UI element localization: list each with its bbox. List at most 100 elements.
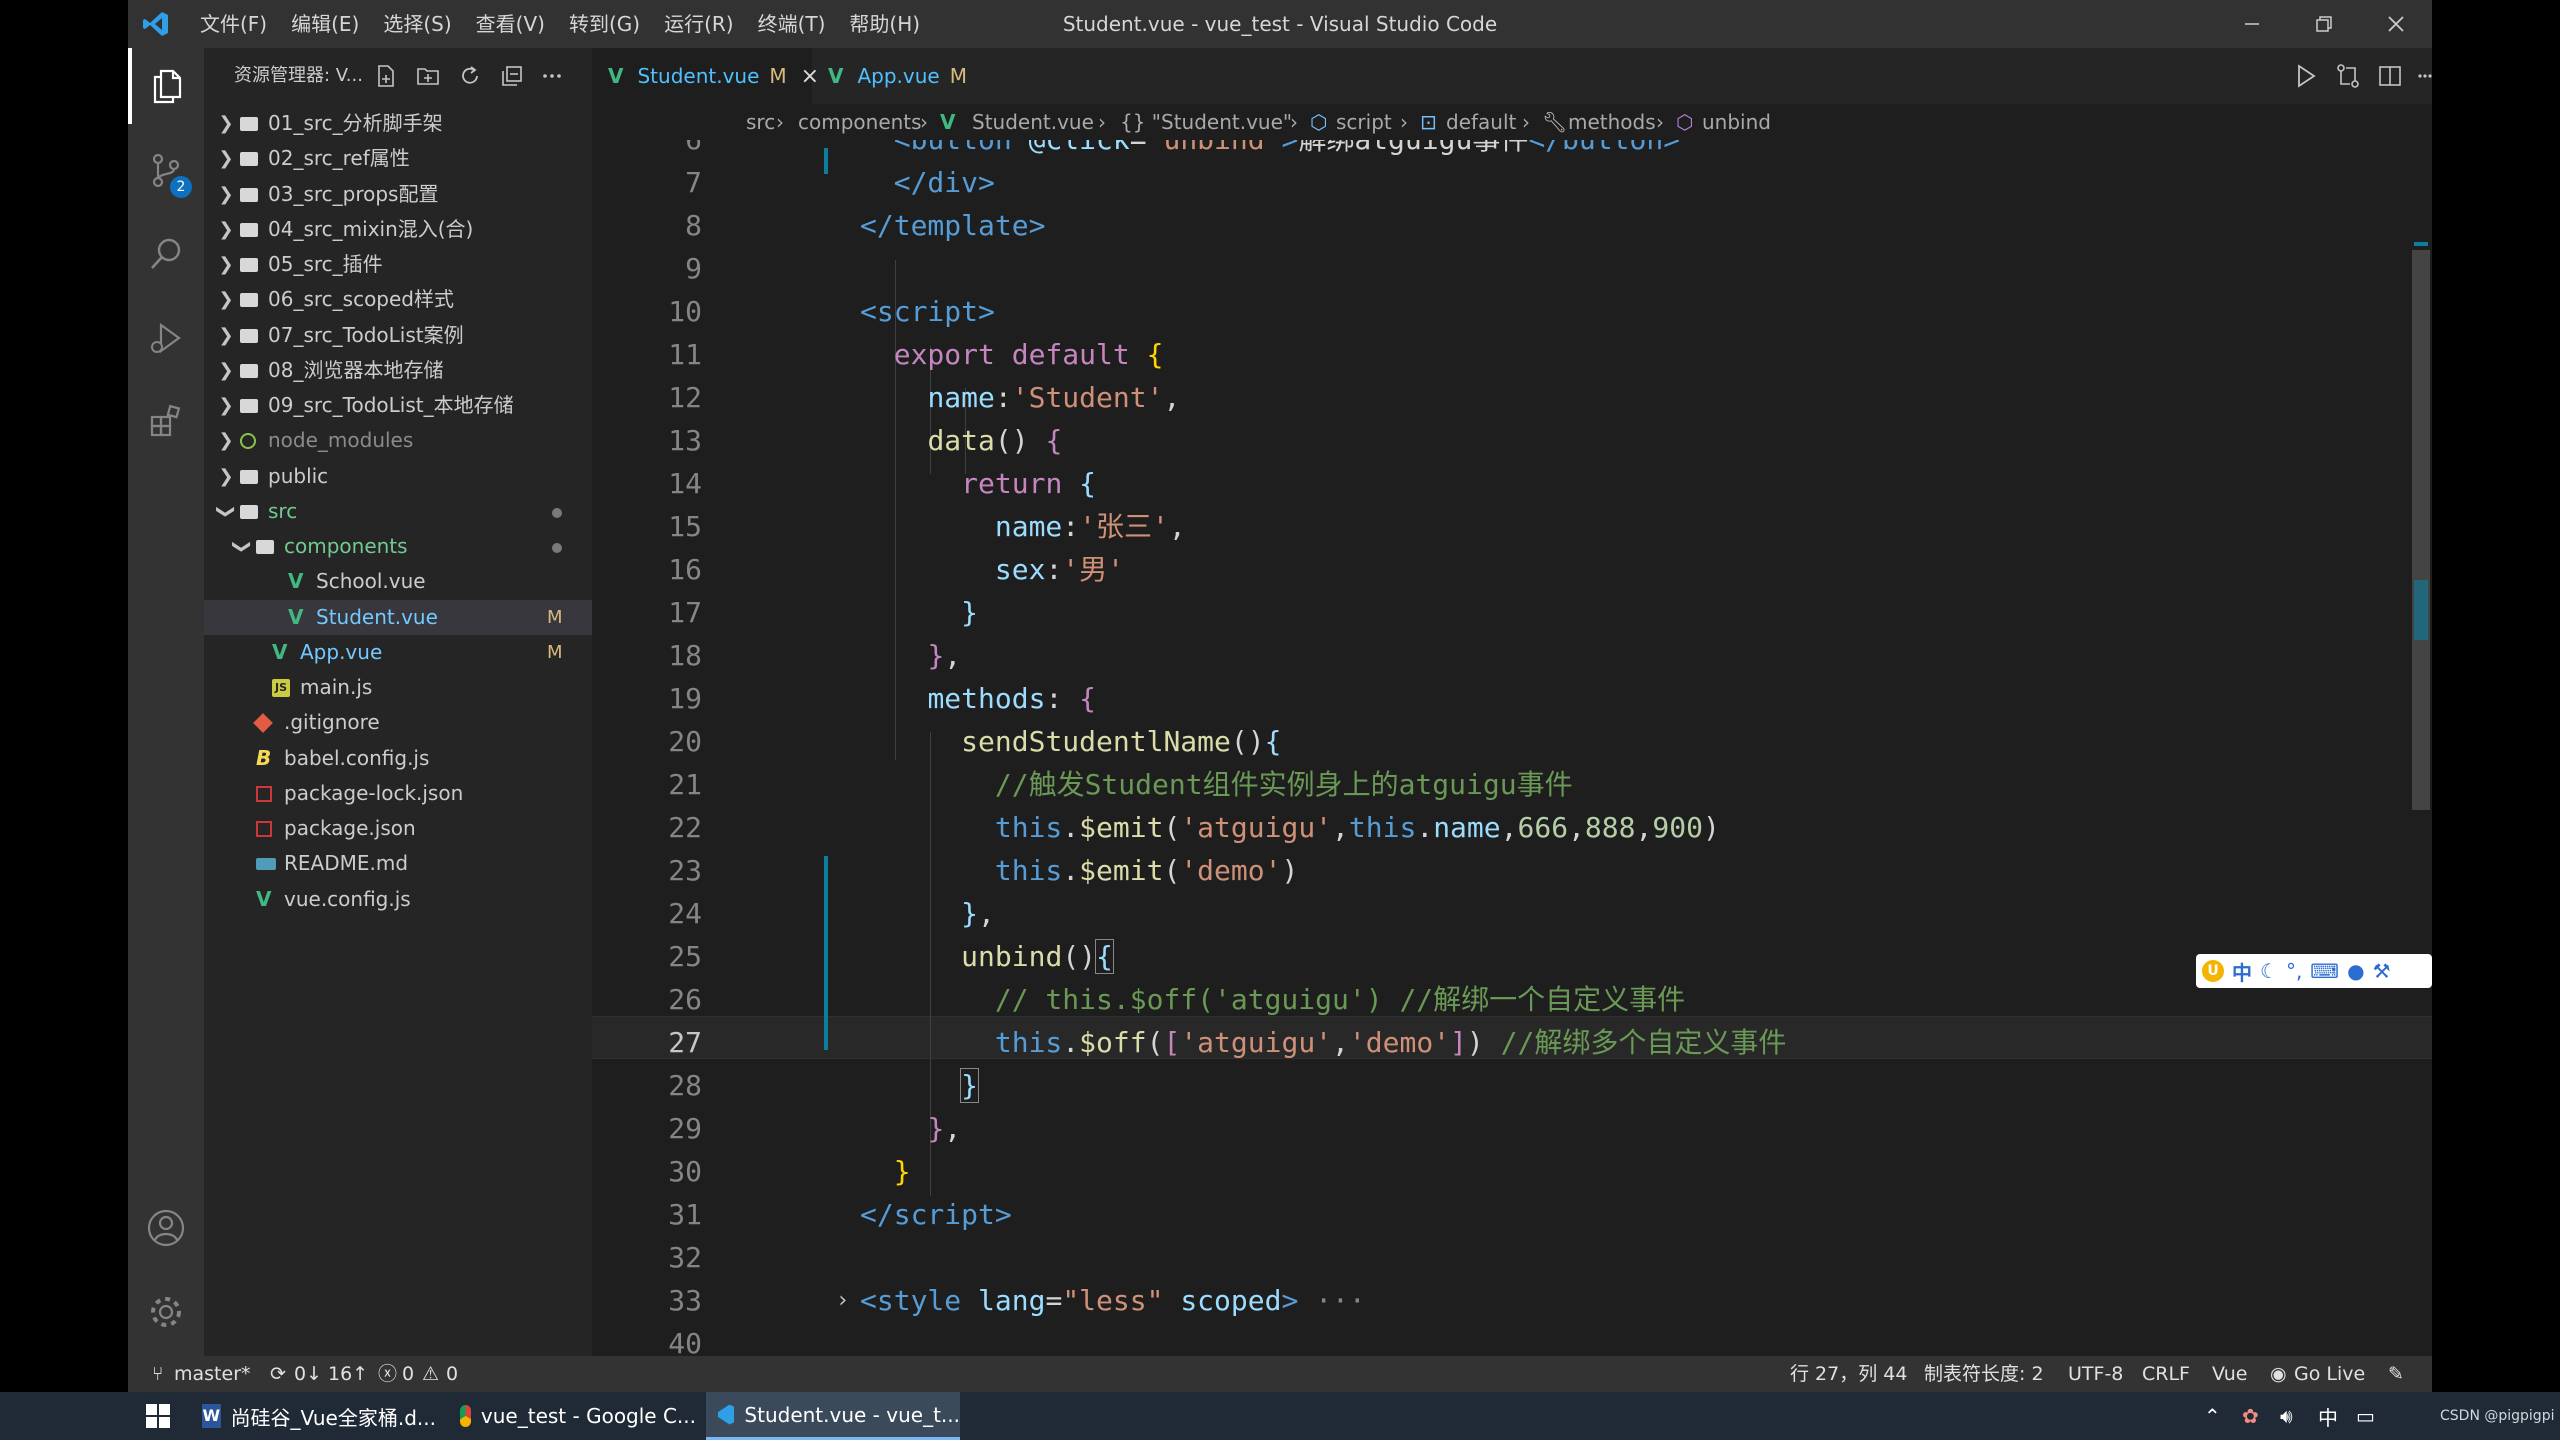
- feedback-icon[interactable]: ✎: [2388, 1356, 2404, 1392]
- refresh-button[interactable]: [456, 62, 484, 90]
- status-eol[interactable]: CRLF: [2142, 1356, 2190, 1392]
- accounts-activity[interactable]: [128, 1190, 204, 1266]
- menu-help[interactable]: 帮助(H): [837, 0, 932, 48]
- menu-run[interactable]: 运行(R): [652, 0, 746, 48]
- taskbar-item-chrome[interactable]: vue_test - Google C...: [452, 1392, 696, 1440]
- menu-edit[interactable]: 编辑(E): [279, 0, 371, 48]
- breadcrumb-item[interactable]: unbind: [1702, 104, 1771, 140]
- folder-open-icon: [240, 504, 258, 519]
- tree-folder[interactable]: ❯ 04_src_mixin混入(合): [204, 212, 592, 247]
- code-editor[interactable]: 6 7 8 9 10 11 12 13 14 15 16 17 18 19 20…: [592, 140, 2432, 1356]
- tray-chevron-up-icon[interactable]: ⌃: [2204, 1392, 2221, 1440]
- breadcrumb-item[interactable]: src: [746, 104, 775, 140]
- tree-file[interactable]: JS main.js: [204, 670, 592, 705]
- moon-icon[interactable]: ☾: [2260, 959, 2278, 983]
- tree-file[interactable]: .gitignore: [204, 705, 592, 740]
- tree-folder[interactable]: ❯ node_modules: [204, 423, 592, 458]
- split-editor-button[interactable]: [2376, 62, 2404, 90]
- tree-folder[interactable]: ❯ 08_浏览器本地存储: [204, 353, 592, 388]
- breadcrumb-item[interactable]: components: [798, 104, 922, 140]
- explorer-activity[interactable]: [128, 48, 204, 124]
- status-encoding[interactable]: UTF-8: [2068, 1356, 2123, 1392]
- extensions-activity[interactable]: [128, 384, 204, 460]
- open-changes-button[interactable]: [2334, 62, 2362, 90]
- node-modules-icon: [240, 433, 256, 450]
- run-debug-activity[interactable]: [128, 300, 204, 376]
- menu-selection[interactable]: 选择(S): [371, 0, 463, 48]
- new-folder-button[interactable]: [414, 62, 442, 90]
- tab-student-vue[interactable]: V Student.vue M ×: [592, 48, 819, 104]
- wrench-icon[interactable]: ⚒: [2373, 959, 2391, 983]
- code-line: this.$emit('demo'): [994, 854, 1299, 887]
- tree-file[interactable]: V App.vue M: [204, 635, 592, 670]
- ime-mode[interactable]: 中: [2232, 957, 2252, 986]
- user-icon[interactable]: ●: [2347, 959, 2364, 983]
- menu-view[interactable]: 查看(V): [464, 0, 557, 48]
- status-branch[interactable]: master*: [174, 1356, 251, 1392]
- status-language[interactable]: Vue: [2212, 1356, 2247, 1392]
- breadcrumb-item[interactable]: script: [1336, 104, 1392, 140]
- new-file-button[interactable]: [372, 62, 400, 90]
- status-tab-size[interactable]: 制表符长度: 2: [1924, 1356, 2044, 1392]
- status-warnings[interactable]: 0: [446, 1356, 458, 1392]
- status-errors[interactable]: 0: [402, 1356, 414, 1392]
- tree-file[interactable]: Vvue.config.js: [204, 882, 592, 917]
- tree-file[interactable]: package.json: [204, 811, 592, 846]
- play-icon: [2298, 64, 2316, 88]
- breadcrumb-item[interactable]: methods: [1568, 104, 1656, 140]
- ime-toolbar[interactable]: U 中 ☾ °, ⌨ ● ⚒: [2196, 954, 2432, 988]
- keyboard-icon[interactable]: ⌨: [2310, 959, 2339, 983]
- tree-file-selected[interactable]: V Student.vue M: [204, 599, 592, 635]
- tree-file[interactable]: README.md: [204, 846, 592, 881]
- tree-folder-open[interactable]: ❯ src: [204, 494, 592, 529]
- notification-icon[interactable]: ▭: [2356, 1392, 2375, 1440]
- run-button[interactable]: [2292, 62, 2320, 90]
- tree-folder[interactable]: ❯ 01_src_分析脚手架: [204, 106, 592, 141]
- explorer-more-button[interactable]: [538, 62, 566, 90]
- tree-folder[interactable]: ❯ 07_src_TodoList案例: [204, 318, 592, 353]
- menu-file[interactable]: 文件(F): [188, 0, 279, 48]
- start-button[interactable]: [128, 1392, 188, 1440]
- minimize-button[interactable]: [2216, 0, 2288, 48]
- gear-icon: [151, 1297, 181, 1327]
- tree-folder[interactable]: ❯ public: [204, 459, 592, 494]
- vertical-scrollbar-thumb[interactable]: [2412, 250, 2430, 810]
- close-window-button[interactable]: [2360, 0, 2432, 48]
- tree-file[interactable]: V School.vue: [204, 564, 592, 599]
- volume-icon[interactable]: 🔊︎: [2280, 1392, 2293, 1440]
- source-control-activity[interactable]: 2: [128, 132, 204, 208]
- tab-app-vue[interactable]: V App.vue M: [812, 48, 992, 104]
- breadcrumb-item[interactable]: {} "Student.vue": [1120, 104, 1292, 140]
- extensions-icon: [150, 404, 181, 437]
- breadcrumb-item[interactable]: default: [1446, 104, 1516, 140]
- line-number: 8: [685, 209, 702, 242]
- line-number: 18: [668, 639, 702, 672]
- tray-ime-indicator[interactable]: 中: [2318, 1392, 2338, 1440]
- status-golive[interactable]: Go Live: [2294, 1356, 2365, 1392]
- tree-folder[interactable]: ❯ 05_src_插件: [204, 247, 592, 282]
- tree-folder[interactable]: ❯ 02_src_ref属性: [204, 141, 592, 176]
- tree-folder-open[interactable]: ❯ components: [204, 529, 592, 564]
- folded-region-marker[interactable]: ···: [1315, 1284, 1366, 1317]
- status-sync[interactable]: 0↓ 16↑: [294, 1356, 368, 1392]
- taskbar-item-word[interactable]: W 尚硅谷_Vue全家桶.d...: [196, 1392, 436, 1440]
- tree-file[interactable]: Bbabel.config.js: [204, 741, 592, 776]
- editor-more-button[interactable]: [2418, 62, 2432, 90]
- breadcrumb-item[interactable]: Student.vue: [972, 104, 1094, 140]
- tray-app-icon[interactable]: ✿: [2242, 1392, 2259, 1440]
- collapse-all-button[interactable]: [498, 62, 526, 90]
- search-activity[interactable]: [128, 216, 204, 292]
- tree-file[interactable]: package-lock.json: [204, 776, 592, 811]
- restore-button[interactable]: [2288, 0, 2360, 48]
- menu-go[interactable]: 转到(G): [557, 0, 652, 48]
- menu-terminal[interactable]: 终端(T): [746, 0, 838, 48]
- line-number: 28: [668, 1069, 702, 1102]
- tree-folder[interactable]: ❯ 09_src_TodoList_本地存储: [204, 388, 592, 423]
- manage-activity[interactable]: [128, 1274, 204, 1350]
- fold-chevron-icon[interactable]: ›: [836, 1279, 849, 1322]
- tree-folder[interactable]: ❯ 03_src_props配置: [204, 177, 592, 212]
- punctuation-icon[interactable]: °,: [2286, 959, 2302, 983]
- tree-folder[interactable]: ❯ 06_src_scoped样式: [204, 282, 592, 317]
- taskbar-item-vscode[interactable]: Student.vue - vue_t...: [706, 1392, 960, 1440]
- status-cursor-position[interactable]: 行 27，列 44: [1790, 1356, 1907, 1392]
